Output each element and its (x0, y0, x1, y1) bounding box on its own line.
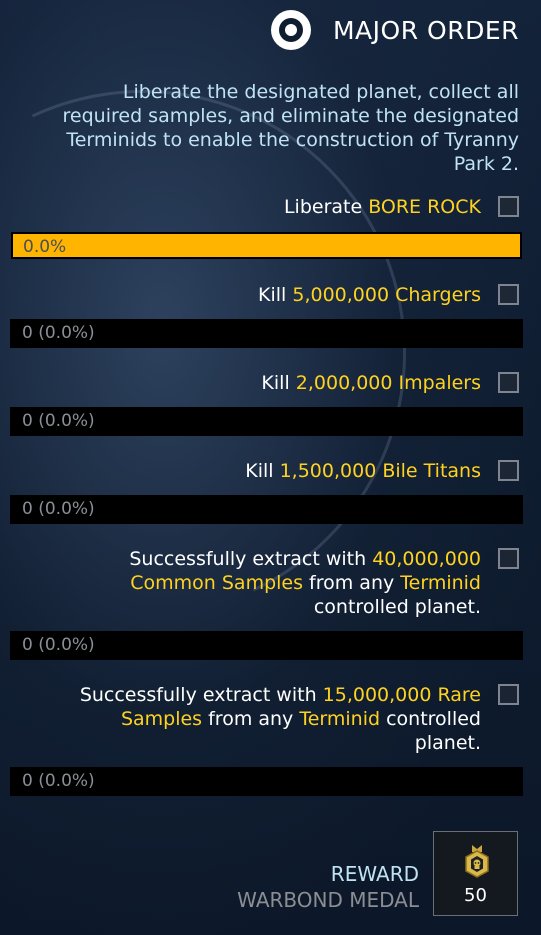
task-1-text: Liberate BORE ROCK (284, 195, 481, 219)
task-6-text: Successfully extract with 15,000,000 Rar… (80, 683, 481, 755)
task-highlight: 15,000,000 Rare (322, 684, 481, 706)
task-highlight: 40,000,000 (372, 548, 481, 570)
progress-text: 0 (0.0%) (22, 771, 95, 791)
task-highlight: Terminid (400, 572, 481, 594)
task-text-segment: Kill (245, 460, 280, 482)
task-highlight: Samples (120, 708, 203, 730)
task-4-checkbox (498, 460, 519, 481)
panel-title: MAJOR ORDER (332, 15, 519, 45)
progress-text: 0 (0.0%) (22, 499, 95, 519)
panel-header: MAJOR ORDER (270, 8, 519, 52)
reward-name: WARBOND MEDAL (237, 888, 419, 912)
task-text-line: Liberate BORE ROCK (284, 195, 481, 219)
progress-text: 0.0% (23, 237, 67, 257)
task-text-segment: from any (303, 572, 401, 594)
task-text-segment: Liberate (283, 196, 369, 218)
major-order-panel: MAJOR ORDER Liberate the designated plan… (0, 0, 541, 935)
task-3-progress-bar: 0 (0.0%) (10, 407, 523, 436)
task-6-checkbox (498, 684, 519, 705)
task-text-segment: from any (202, 708, 300, 730)
task-text-segment: Successfully extract with (79, 684, 323, 706)
task-text-segment: Successfully extract with (129, 548, 373, 570)
reward-medal-tile[interactable]: 50 (433, 831, 518, 916)
task-text-line: controlled planet. (129, 595, 481, 619)
task-5-text: Successfully extract with 40,000,000 Comm… (129, 547, 481, 619)
task-text-line: planet. (80, 731, 481, 755)
task-2-text: Kill 5,000,000 Chargers (258, 283, 481, 307)
order-description: Liberate the designated planet, collect … (62, 81, 519, 175)
task-2-progress-bar: 0 (0.0%) (10, 319, 523, 348)
progress-text: 0 (0.0%) (22, 635, 95, 655)
task-5-progress-bar: 0 (0.0%) (10, 631, 523, 660)
task-text-segment: Kill (261, 372, 296, 394)
task-2-checkbox (498, 284, 519, 305)
task-highlight: Terminid (299, 708, 381, 730)
task-text-segment: controlled planet. (313, 596, 481, 618)
reward-count: 50 (464, 885, 487, 906)
task-4-text: Kill 1,500,000 Bile Titans (245, 459, 481, 483)
task-text-line: Kill 2,000,000 Impalers (261, 371, 481, 395)
medal-icon (465, 845, 489, 878)
task-highlight: Common Samples (130, 572, 304, 594)
task-highlight: BORE ROCK (368, 196, 481, 218)
task-3-checkbox (498, 372, 519, 393)
task-highlight: 2,000,000 Impalers (295, 372, 481, 394)
task-1-checkbox (498, 196, 519, 217)
task-4-progress-bar: 0 (0.0%) (10, 495, 523, 524)
task-6-progress-bar: 0 (0.0%) (10, 767, 523, 796)
task-text-segment: Kill (258, 284, 293, 306)
target-icon (270, 10, 311, 50)
task-1-progress-bar: 0.0% (11, 232, 522, 259)
task-text-line: Samples from any Terminid controlled (80, 707, 481, 731)
task-text-segment: planet. (414, 732, 481, 754)
progress-text: 0 (0.0%) (22, 323, 95, 343)
task-text-line: Kill 5,000,000 Chargers (258, 283, 481, 307)
task-5-checkbox (498, 548, 519, 569)
task-highlight: 1,500,000 Bile Titans (279, 460, 481, 482)
progress-text: 0 (0.0%) (22, 411, 95, 431)
task-text-line: Successfully extract with 15,000,000 Rar… (80, 683, 481, 707)
reward-label: REWARD (330, 862, 419, 886)
task-text-line: Successfully extract with 40,000,000 (129, 547, 481, 571)
reward-info: REWARD WARBOND MEDAL (237, 861, 419, 913)
task-text-segment: controlled (380, 708, 481, 730)
task-text-line: Common Samples from any Terminid (129, 571, 481, 595)
task-highlight: 5,000,000 Chargers (292, 284, 481, 306)
task-3-text: Kill 2,000,000 Impalers (261, 371, 481, 395)
task-text-line: Kill 1,500,000 Bile Titans (245, 459, 481, 483)
